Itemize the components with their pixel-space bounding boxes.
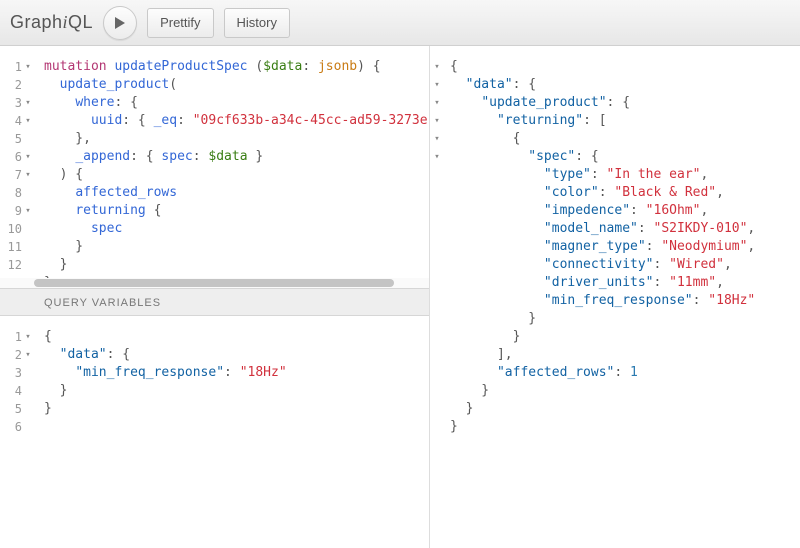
code-line: "returning": [ [450, 112, 800, 130]
code-line: "spec": { [450, 148, 800, 166]
line-number: 5 [2, 130, 22, 148]
code-line: ) { [44, 166, 429, 184]
code-line: _append: { spec: $data } [44, 148, 429, 166]
play-icon [114, 16, 126, 30]
code-line: "impedence": "16Ohm", [450, 202, 800, 220]
code-line: uuid: { _eq: "09cf633b-a34c-45cc-ad59-32… [44, 112, 429, 130]
fold-icon[interactable]: ▾ [22, 148, 34, 166]
line-number: 2 [2, 76, 22, 94]
query-editor[interactable]: 1▾23▾4▾56▾7▾89▾10111213 mutation updateP… [0, 46, 429, 278]
topbar: GraphiQL Prettify History [0, 0, 800, 46]
fold-icon[interactable]: ▾ [431, 148, 443, 166]
code-line: } [44, 400, 429, 418]
code-line: } [44, 238, 429, 256]
code-line: "min_freq_response": "18Hz" [44, 364, 429, 382]
line-number: 11 [2, 238, 22, 256]
fold-icon[interactable]: ▾ [22, 112, 34, 130]
fold-icon[interactable]: ▾ [22, 94, 34, 112]
fold-icon[interactable]: ▾ [431, 94, 443, 112]
code-line: "connectivity": "Wired", [450, 256, 800, 274]
code-line: "model_name": "S2IKDY-010", [450, 220, 800, 238]
line-number: 2 [2, 346, 22, 364]
code-line: "driver_units": "11mm", [450, 274, 800, 292]
line-number: 12 [2, 256, 22, 274]
code-line: } [450, 418, 800, 436]
code-line: returning { [44, 202, 429, 220]
code-line: "update_product": { [450, 94, 800, 112]
fold-icon[interactable]: ▾ [22, 328, 34, 346]
line-number: 3 [2, 94, 22, 112]
line-number: 6 [2, 418, 22, 436]
prettify-button[interactable]: Prettify [147, 8, 213, 38]
logo: GraphiQL [10, 12, 93, 33]
line-number: 5 [2, 400, 22, 418]
line-number: 7 [2, 166, 22, 184]
line-number: 1 [2, 58, 22, 76]
code-line: } [450, 400, 800, 418]
code-line: ], [450, 346, 800, 364]
code-line: "color": "Black & Red", [450, 184, 800, 202]
history-button[interactable]: History [224, 8, 290, 38]
variables-editor[interactable]: 1▾2▾3456 { "data": { "min_freq_response"… [0, 316, 429, 548]
line-number: 4 [2, 112, 22, 130]
execute-button[interactable] [103, 6, 137, 40]
fold-icon[interactable]: ▾ [431, 58, 443, 76]
code-line: { [450, 58, 800, 76]
line-number: 10 [2, 220, 22, 238]
fold-icon[interactable]: ▾ [22, 166, 34, 184]
left-panel: 1▾23▾4▾56▾7▾89▾10111213 mutation updateP… [0, 46, 430, 548]
code-line: affected_rows [44, 184, 429, 202]
code-line: } [44, 256, 429, 274]
code-line: "magner_type": "Neodymium", [450, 238, 800, 256]
line-number: 3 [2, 364, 22, 382]
line-number: 1 [2, 328, 22, 346]
code-line: } [450, 310, 800, 328]
line-number: 4 [2, 382, 22, 400]
fold-icon[interactable]: ▾ [22, 58, 34, 76]
code-line [44, 418, 429, 436]
code-line: { [450, 130, 800, 148]
result-viewer[interactable]: ▾▾▾▾▾▾ { "data": { "update_product": { "… [430, 46, 800, 548]
query-horizontal-scrollbar[interactable] [0, 278, 429, 288]
code-line: } [44, 382, 429, 400]
line-number: 9 [2, 202, 22, 220]
code-line: "data": { [44, 346, 429, 364]
code-line: where: { [44, 94, 429, 112]
fold-icon[interactable]: ▾ [22, 202, 34, 220]
fold-icon[interactable]: ▾ [22, 346, 34, 364]
code-line: } [450, 328, 800, 346]
code-line: "data": { [450, 76, 800, 94]
line-number: 8 [2, 184, 22, 202]
code-line: "min_freq_response": "18Hz" [450, 292, 800, 310]
code-line: mutation updateProductSpec ($data: jsonb… [44, 58, 429, 76]
variables-header[interactable]: QUERY VARIABLES [0, 288, 429, 316]
fold-icon[interactable]: ▾ [431, 130, 443, 148]
code-line: { [44, 328, 429, 346]
line-number: 6 [2, 148, 22, 166]
fold-icon[interactable]: ▾ [431, 112, 443, 130]
code-line: "affected_rows": 1 [450, 364, 800, 382]
code-line: spec [44, 220, 429, 238]
result-panel: ▾▾▾▾▾▾ { "data": { "update_product": { "… [430, 46, 800, 548]
fold-icon[interactable]: ▾ [431, 76, 443, 94]
code-line: }, [44, 130, 429, 148]
code-line: "type": "In the ear", [450, 166, 800, 184]
code-line: update_product( [44, 76, 429, 94]
main: 1▾23▾4▾56▾7▾89▾10111213 mutation updateP… [0, 46, 800, 548]
code-line: } [450, 382, 800, 400]
